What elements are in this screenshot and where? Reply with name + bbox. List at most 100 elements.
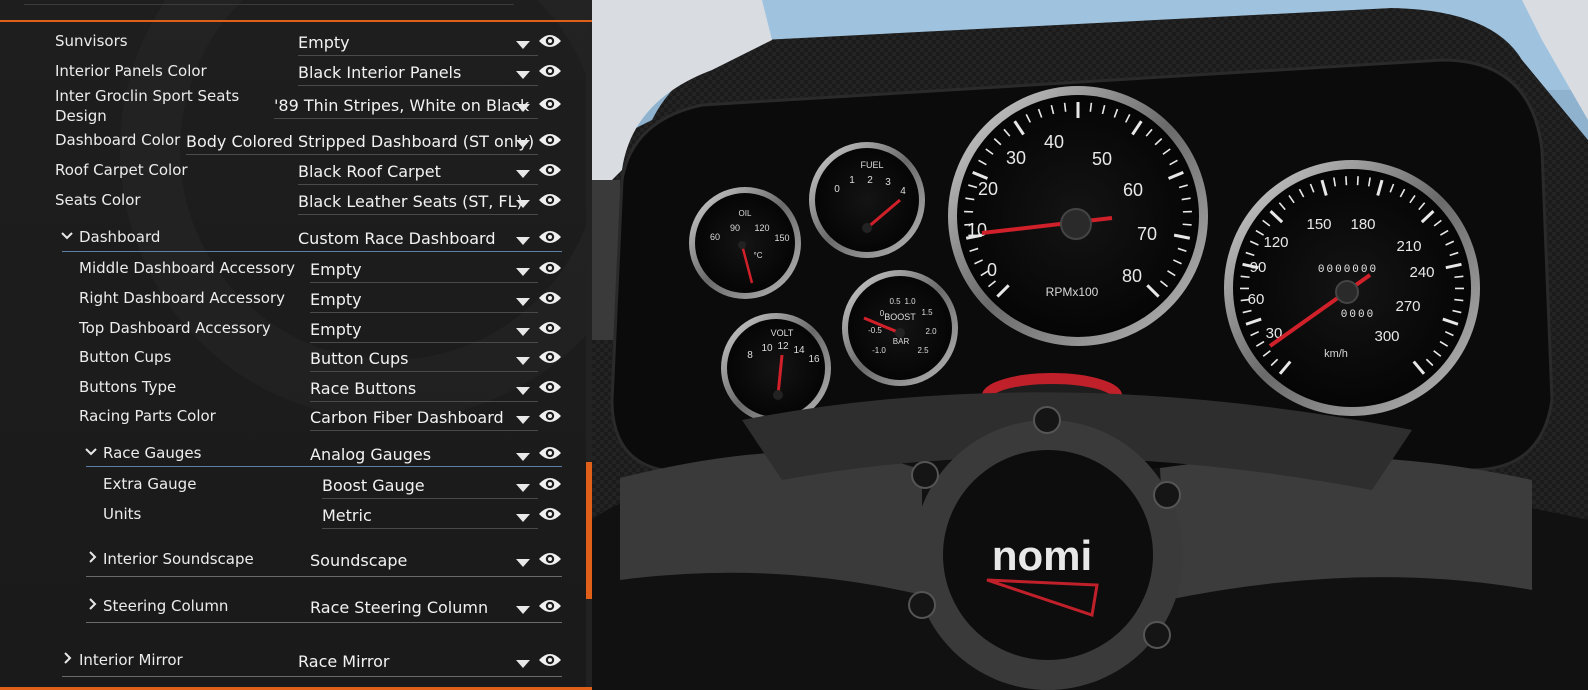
section-divider <box>62 251 562 252</box>
section-row-steering-column[interactable]: Steering Column Race Steering Column <box>0 596 580 624</box>
option-dropdown[interactable]: Boost Gauge <box>322 476 425 496</box>
chevron-down-icon[interactable] <box>516 104 530 112</box>
option-dropdown[interactable]: Race Buttons <box>310 379 416 399</box>
dashboard-scene: OIL 60 90 120 150 °C FUEL 0 1 2 3 4 VOLT <box>592 0 1588 690</box>
eye-icon[interactable] <box>538 549 562 569</box>
gauge-tick <box>1240 275 1250 279</box>
option-dropdown[interactable]: Race Mirror <box>298 652 389 672</box>
option-row-extra-gauge: Extra Gauge Boost Gauge <box>0 474 580 502</box>
eye-icon[interactable] <box>538 190 562 210</box>
chevron-down-icon[interactable] <box>516 514 530 522</box>
option-dropdown[interactable]: Carbon Fiber Dashboard <box>310 408 504 428</box>
chevron-down-icon[interactable] <box>516 387 530 395</box>
option-dropdown[interactable]: Race Steering Column <box>310 598 488 618</box>
chevron-down-icon[interactable] <box>516 200 530 208</box>
eye-icon[interactable] <box>538 318 562 338</box>
oil-tick: 120 <box>754 223 769 233</box>
option-dropdown[interactable]: Empty <box>298 33 350 53</box>
chevron-down-icon[interactable] <box>516 416 530 424</box>
eye-icon[interactable] <box>538 443 562 463</box>
boost-gauge: BOOST -1.0 -0.5 0 0.5 1.0 1.5 2.0 2.5 BA… <box>842 270 958 386</box>
eye-icon[interactable] <box>538 130 562 150</box>
tach-tick-label: 10 <box>967 220 987 240</box>
chevron-down-icon[interactable] <box>516 559 530 567</box>
boost-title: BOOST <box>884 312 916 322</box>
chevron-right-icon[interactable] <box>86 549 100 567</box>
tach-tick-label: 20 <box>978 179 998 199</box>
tach-tick-label: 80 <box>1122 266 1142 286</box>
chevron-down-icon[interactable] <box>84 443 98 461</box>
section-row-interior-soundscape[interactable]: Interior Soundscape Soundscape <box>0 549 580 577</box>
eye-icon[interactable] <box>538 504 562 524</box>
eye-icon[interactable] <box>538 377 562 397</box>
option-label: Dashboard Color <box>55 131 181 149</box>
chevron-down-icon[interactable] <box>516 170 530 178</box>
chevron-down-icon[interactable] <box>516 328 530 336</box>
eye-icon[interactable] <box>538 258 562 278</box>
eye-icon[interactable] <box>538 61 562 81</box>
option-dropdown[interactable]: Black Interior Panels <box>298 63 461 83</box>
option-dropdown[interactable]: '89 Thin Stripes, White on Black <box>274 96 529 116</box>
chevron-down-icon[interactable] <box>516 237 530 245</box>
speedo-unit: km/h <box>1324 348 1348 360</box>
dropdown-underline <box>298 184 538 185</box>
tach-tick-label: 40 <box>1044 132 1064 152</box>
chevron-down-icon[interactable] <box>516 298 530 306</box>
tach-tick-label: 60 <box>1123 180 1143 200</box>
volt-gauge: VOLT 8 10 12 14 16 <box>721 313 831 423</box>
option-label: Units <box>103 505 142 523</box>
chevron-down-icon[interactable] <box>516 606 530 614</box>
section-row-interior-mirror[interactable]: Interior Mirror Race Mirror <box>0 650 580 678</box>
chevron-down-icon[interactable] <box>516 268 530 276</box>
eye-icon[interactable] <box>538 650 562 670</box>
eye-icon[interactable] <box>538 288 562 308</box>
section-label: Dashboard <box>79 228 161 246</box>
boost-tick: 2.5 <box>917 346 929 355</box>
eye-icon[interactable] <box>538 347 562 367</box>
chevron-down-icon[interactable] <box>516 41 530 49</box>
option-dropdown[interactable]: Empty <box>310 290 362 310</box>
eye-icon[interactable] <box>538 474 562 494</box>
option-dropdown[interactable]: Analog Gauges <box>310 445 431 465</box>
eye-icon[interactable] <box>538 227 562 247</box>
dropdown-underline <box>310 342 538 343</box>
panel-top-accent-line <box>0 20 592 22</box>
boost-tick: 0.5 <box>889 297 901 306</box>
option-label: Right Dashboard Accessory <box>79 289 285 307</box>
option-dropdown[interactable]: Metric <box>322 506 372 526</box>
dropdown-underline <box>322 498 538 499</box>
option-dropdown[interactable]: Empty <box>310 320 362 340</box>
option-dropdown[interactable]: Black Leather Seats (ST, FL) <box>298 192 523 212</box>
option-dropdown[interactable]: Custom Race Dashboard <box>298 229 495 249</box>
panel-header-divider <box>24 4 514 5</box>
eye-icon[interactable] <box>538 31 562 51</box>
chevron-right-icon[interactable] <box>86 596 100 614</box>
oil-unit: °C <box>754 251 763 260</box>
volt-tick: 16 <box>808 354 820 365</box>
option-row-middle-dashboard-accessory: Middle Dashboard Accessory Empty <box>0 258 580 286</box>
option-dropdown[interactable]: Black Roof Carpet <box>298 162 441 182</box>
chevron-down-icon[interactable] <box>516 71 530 79</box>
eye-icon[interactable] <box>538 94 562 114</box>
chevron-down-icon[interactable] <box>516 660 530 668</box>
chevron-down-icon[interactable] <box>516 484 530 492</box>
option-row-seats-design: Inter Groclin Sport Seats Design '89 Thi… <box>0 86 580 128</box>
chevron-right-icon[interactable] <box>61 650 75 668</box>
chevron-down-icon[interactable] <box>516 357 530 365</box>
chevron-down-icon[interactable] <box>516 453 530 461</box>
option-dropdown[interactable]: Button Cups <box>310 349 408 369</box>
option-dropdown[interactable]: Body Colored Stripped Dashboard (ST only… <box>186 132 534 152</box>
speedo-tick-label: 90 <box>1250 259 1267 276</box>
chevron-down-icon[interactable] <box>516 140 530 148</box>
eye-icon[interactable] <box>538 596 562 616</box>
vehicle-viewport[interactable]: OIL 60 90 120 150 °C FUEL 0 1 2 3 4 VOLT <box>592 0 1588 690</box>
dropdown-underline <box>310 371 538 372</box>
option-dropdown[interactable]: Empty <box>310 260 362 280</box>
dropdown-underline <box>322 528 538 529</box>
option-dropdown[interactable]: Soundscape <box>310 551 407 571</box>
chevron-down-icon[interactable] <box>60 227 74 245</box>
eye-icon[interactable] <box>538 406 562 426</box>
volt-tick: 8 <box>747 350 753 361</box>
bolt-icon <box>1143 621 1171 649</box>
eye-icon[interactable] <box>538 160 562 180</box>
